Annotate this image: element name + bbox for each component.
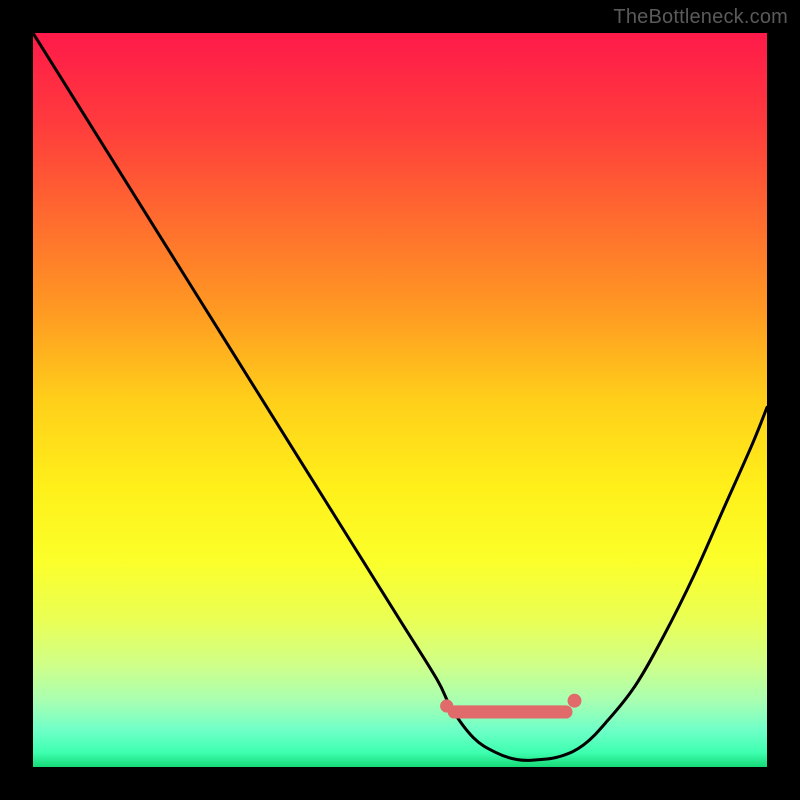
gradient-background (33, 33, 767, 767)
chart-svg (33, 33, 767, 767)
watermark-text: TheBottleneck.com (613, 6, 788, 29)
chart-plot-area (33, 33, 767, 767)
